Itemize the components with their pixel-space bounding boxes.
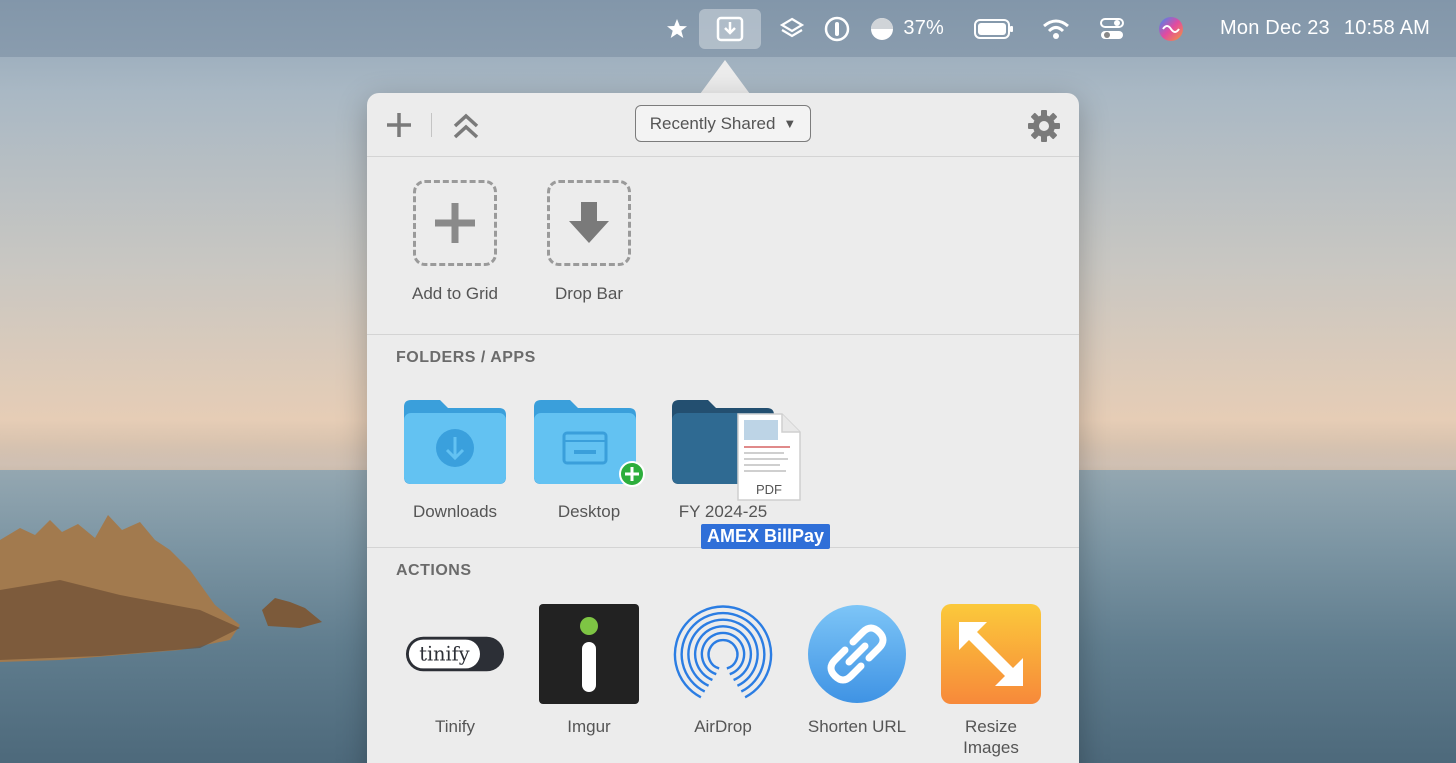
popover-toolbar: Recently Shared ▼ <box>367 93 1079 157</box>
actions-section: ACTIONS tinify Tinify Imgur AirDrop Shor… <box>367 548 1079 763</box>
layers-icon[interactable] <box>779 9 805 49</box>
control-center-icon[interactable] <box>1100 9 1125 49</box>
plus-icon <box>413 180 497 266</box>
chevron-down-icon: ▼ <box>783 116 797 131</box>
menu-bar: 37% Mon Dec 23 10:58 AM <box>0 0 1456 57</box>
onepassword-icon[interactable] <box>823 9 851 49</box>
siri-icon[interactable] <box>1158 9 1184 49</box>
folder-label: FY 2024-25 <box>678 502 768 521</box>
dropzone-popover: Recently Shared ▼ Add to Grid Drop Bar F… <box>367 93 1079 763</box>
slot-label: Drop Bar <box>554 284 624 303</box>
action-tinify[interactable]: tinify Tinify <box>388 604 522 737</box>
action-shorten-url[interactable]: Shorten URL <box>790 604 924 737</box>
slot-label: Add to Grid <box>412 284 498 303</box>
drop-bar-slot[interactable]: Drop Bar <box>519 180 659 304</box>
downloads-folder-icon <box>404 400 506 484</box>
action-resize-images[interactable]: Resize Images <box>924 604 1058 758</box>
dropdown-value: Recently Shared <box>649 113 776 133</box>
action-label: Shorten URL <box>807 717 907 736</box>
tinify-icon: tinify <box>405 604 505 704</box>
down-arrow-icon <box>547 180 631 266</box>
tinify-logo-text: tinify <box>419 643 470 666</box>
gear-icon[interactable] <box>1027 109 1061 143</box>
resize-icon <box>941 604 1041 704</box>
folder-label: Downloads <box>412 502 498 521</box>
airdrop-icon <box>673 604 773 704</box>
action-airdrop[interactable]: AirDrop <box>656 604 790 737</box>
add-button[interactable] <box>385 111 413 139</box>
section-title: ACTIONS <box>396 562 472 579</box>
action-label: Tinify <box>435 717 475 736</box>
folder-desktop[interactable]: Desktop <box>522 397 656 522</box>
folders-apps-section: FOLDERS / APPS Downloads Desktop FY 2024… <box>367 335 1079 548</box>
toolbar-divider <box>431 113 432 137</box>
star-icon[interactable] <box>665 9 689 49</box>
pdf-file-icon[interactable]: PDF <box>736 412 802 502</box>
action-imgur[interactable]: Imgur <box>522 604 656 737</box>
pdf-type-label: PDF <box>756 482 782 497</box>
popover-caret <box>700 60 750 94</box>
battery-icon[interactable] <box>974 9 1014 49</box>
menu-date[interactable]: Mon Dec 23 <box>1220 17 1330 40</box>
menu-time[interactable]: 10:58 AM <box>1344 17 1430 40</box>
brightness-percent: 37% <box>903 17 945 39</box>
imgur-icon <box>539 604 639 704</box>
action-label: Imgur <box>567 717 611 736</box>
add-to-grid-slot[interactable]: Add to Grid <box>385 180 525 304</box>
dropzone-icon[interactable] <box>699 8 762 49</box>
quick-slots: Add to Grid Drop Bar <box>367 157 1079 335</box>
dragged-file-name: AMEX BillPay <box>701 524 831 549</box>
recently-shared-dropdown[interactable]: Recently Shared ▼ <box>635 105 811 142</box>
wifi-icon[interactable] <box>1042 9 1070 49</box>
folder-downloads[interactable]: Downloads <box>388 397 522 522</box>
collapse-icon[interactable] <box>451 111 481 141</box>
contrast-icon[interactable]: 37% <box>869 9 944 49</box>
rocks-image <box>0 515 322 662</box>
link-icon <box>807 604 907 704</box>
desktop-folder-icon <box>534 400 645 487</box>
action-label: Resize Images <box>963 717 1019 757</box>
action-label: AirDrop <box>694 717 752 736</box>
folder-label: Desktop <box>557 502 621 521</box>
section-title: FOLDERS / APPS <box>396 349 536 366</box>
